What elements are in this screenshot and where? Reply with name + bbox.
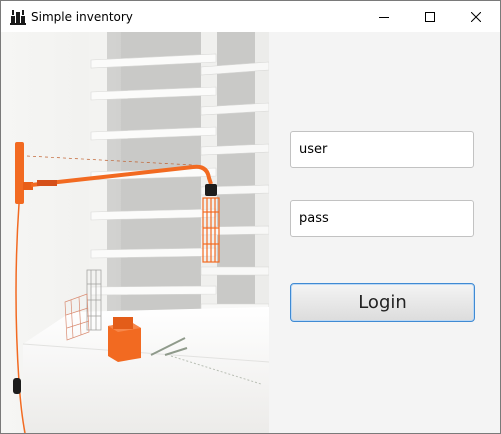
username-field[interactable] [290,131,474,168]
minimize-button[interactable] [361,1,407,32]
title-bar[interactable]: Simple inventory [1,1,500,32]
inventory-app-icon [10,10,26,25]
login-form: Login [269,32,500,433]
login-button[interactable]: Login [290,283,475,322]
maximize-icon [425,11,435,22]
minimize-icon [379,16,389,18]
window-content: Login [1,32,500,433]
close-icon [471,11,481,22]
close-button[interactable] [453,1,499,32]
shelf-lamp-photo [1,32,269,433]
shelf-lamp-illustration [1,32,269,433]
app-window: Simple inventory user pass Login [0,0,501,434]
window-title: Simple inventory [31,10,133,24]
maximize-button[interactable] [407,1,453,32]
password-field[interactable] [290,200,474,237]
